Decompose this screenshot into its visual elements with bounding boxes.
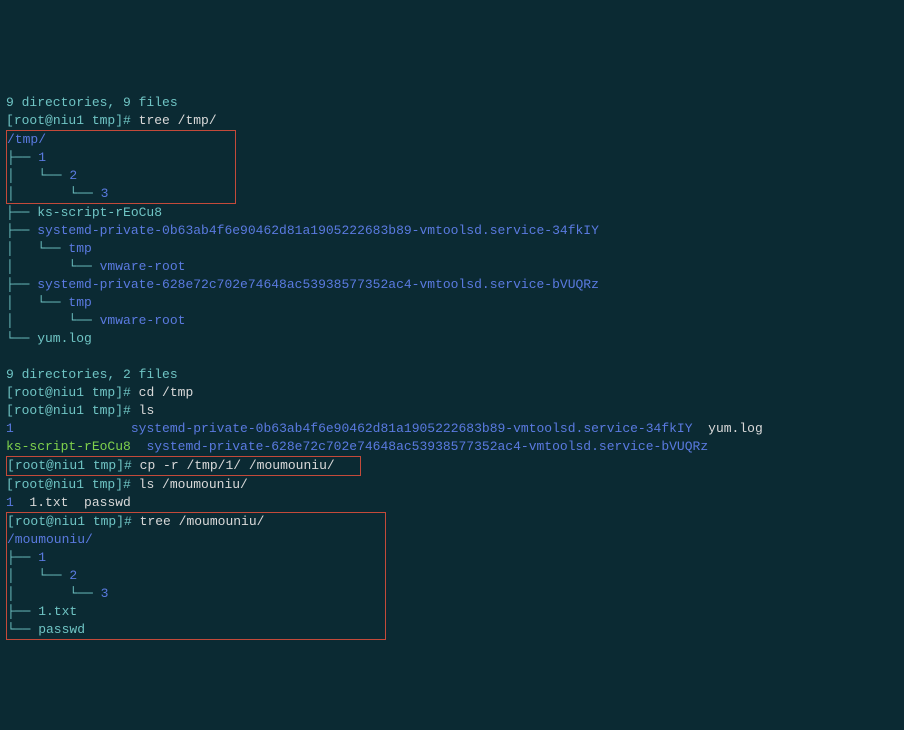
tree-dir: vmware-root <box>100 259 186 274</box>
tree-line: │ └── <box>6 241 68 256</box>
highlight-box-3: [root@niu1 tmp]# tree /moumouniu/ /moumo… <box>6 512 386 640</box>
highlight-box-2: [root@niu1 tmp]# cp -r /tmp/1/ /moumouni… <box>6 456 361 476</box>
tree-line: ├── <box>6 277 37 292</box>
ls-entry: 1 <box>6 421 14 436</box>
tree-dir: 2 <box>69 168 77 183</box>
prompt: [root@niu1 tmp]# <box>7 514 140 529</box>
ls-entry: yum.log <box>708 421 763 436</box>
tree-line: │ └── <box>6 313 100 328</box>
tree-line: ├── ks-script-rEoCu8 <box>6 205 162 220</box>
tree-dir: tmp <box>68 241 91 256</box>
command-text: tree /tmp/ <box>139 113 217 128</box>
ls-entry: 1 <box>6 495 14 510</box>
tree-dir: systemd-private-628e72c702e74648ac539385… <box>37 277 599 292</box>
command-text: ls /moumouniu/ <box>139 477 248 492</box>
highlight-box-1: /tmp/ ├── 1 │ └── 2 │ └── 3 <box>6 130 236 204</box>
tree-dir: 3 <box>101 586 109 601</box>
tree-dir: systemd-private-0b63ab4f6e90462d81a19052… <box>37 223 599 238</box>
tree-dir: 1 <box>38 150 46 165</box>
command-text: cp -r /tmp/1/ /moumouniu/ <box>140 458 335 473</box>
tree-line: │ └── <box>7 586 101 601</box>
ls-entry: systemd-private-628e72c702e74648ac539385… <box>146 439 708 454</box>
tree-dir: tmp <box>68 295 91 310</box>
prompt: [root@niu1 tmp]# <box>6 113 139 128</box>
command-text: tree /moumouniu/ <box>140 514 265 529</box>
tree-dir: 2 <box>69 568 77 583</box>
tree-line: ├── <box>7 150 38 165</box>
prompt: [root@niu1 tmp]# <box>7 458 140 473</box>
tree-summary: 9 directories, 2 files <box>6 367 178 382</box>
ls-entry: systemd-private-0b63ab4f6e90462d81a19052… <box>131 421 693 436</box>
tree-line: │ └── <box>7 568 69 583</box>
tree-line: ├── 1.txt <box>7 604 77 619</box>
terminal-output: 9 directories, 9 files [root@niu1 tmp]# … <box>6 76 898 640</box>
tree-line: ├── <box>6 223 37 238</box>
ls-entry: passwd <box>84 495 131 510</box>
tree-line: │ └── <box>7 168 69 183</box>
tree-dir: vmware-root <box>100 313 186 328</box>
tree-dir: /moumouniu/ <box>7 532 93 547</box>
command-text: cd /tmp <box>139 385 194 400</box>
tree-line: │ └── <box>6 295 68 310</box>
tree-dir: 1 <box>38 550 46 565</box>
tree-line: └── passwd <box>7 622 85 637</box>
tree-dir: /tmp/ <box>7 132 46 147</box>
tree-line: │ └── <box>6 259 100 274</box>
prompt: [root@niu1 tmp]# <box>6 477 139 492</box>
ls-entry: 1.txt <box>29 495 68 510</box>
prompt: [root@niu1 tmp]# <box>6 385 139 400</box>
ls-entry: ks-script-rEoCu8 <box>6 439 131 454</box>
tree-line: │ └── <box>7 186 101 201</box>
truncated-line: 9 directories, 9 files <box>6 95 178 110</box>
tree-line: ├── <box>7 550 38 565</box>
tree-line: └── yum.log <box>6 331 92 346</box>
command-text: ls <box>139 403 155 418</box>
prompt: [root@niu1 tmp]# <box>6 403 139 418</box>
tree-dir: 3 <box>101 186 109 201</box>
